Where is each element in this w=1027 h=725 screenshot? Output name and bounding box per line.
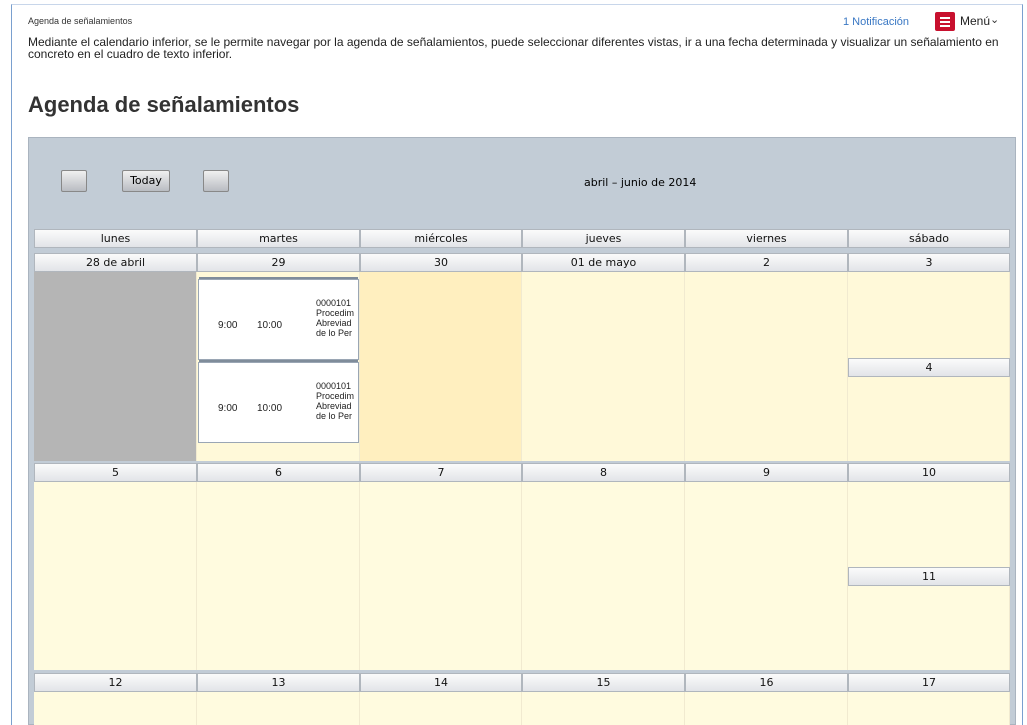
day-header[interactable]: 13 xyxy=(197,673,360,692)
weekday-header: sábado xyxy=(848,229,1010,248)
day-header[interactable]: 14 xyxy=(360,673,522,692)
day-header[interactable]: 29 xyxy=(197,253,360,272)
event-line: 0000101 xyxy=(316,381,352,391)
next-button[interactable] xyxy=(203,170,229,192)
event-end-time: 10:00 xyxy=(257,320,283,331)
event-start-time: 9:00 xyxy=(218,403,238,414)
day-header[interactable]: 7 xyxy=(360,463,522,482)
day-header[interactable]: 17 xyxy=(848,673,1010,692)
day-cell[interactable] xyxy=(197,482,360,670)
weekday-header: jueves xyxy=(522,229,685,248)
event-start-time: 9:00 xyxy=(218,320,238,331)
day-header[interactable]: 15 xyxy=(522,673,685,692)
weekday-header: viernes xyxy=(685,229,848,248)
day-cell[interactable] xyxy=(34,482,197,670)
weekday-header: miércoles xyxy=(360,229,522,248)
day-cell[interactable] xyxy=(522,692,685,725)
day-header[interactable]: 10 xyxy=(848,463,1010,482)
chevron-down-icon[interactable]: ⌄ xyxy=(990,13,999,26)
day-cell[interactable] xyxy=(522,272,685,461)
day-cell[interactable] xyxy=(685,272,848,461)
event-end-time: 10:00 xyxy=(257,403,283,414)
page-title: Agenda de señalamientos xyxy=(28,92,300,117)
prev-button[interactable] xyxy=(61,170,87,192)
day-cell[interactable] xyxy=(197,692,360,725)
day-header[interactable]: 30 xyxy=(360,253,522,272)
event-line: 0000101 xyxy=(316,298,352,308)
day-cell[interactable] xyxy=(685,482,848,670)
event-description: 0000101 Procedim Abreviad de lo Per xyxy=(316,298,358,338)
day-header[interactable]: 16 xyxy=(685,673,848,692)
weekday-header: martes xyxy=(197,229,360,248)
event-line: Abreviad xyxy=(316,318,352,328)
day-cell[interactable] xyxy=(360,692,522,725)
appointment-event[interactable]: 9:00 10:00 0000101 Procedim Abreviad de … xyxy=(198,277,359,360)
day-header[interactable]: 12 xyxy=(34,673,197,692)
day-header[interactable]: 6 xyxy=(197,463,360,482)
menu-button[interactable]: Menú xyxy=(960,14,990,28)
day-header[interactable]: 2 xyxy=(685,253,848,272)
day-header[interactable]: 9 xyxy=(685,463,848,482)
day-header[interactable]: 5 xyxy=(34,463,197,482)
appointment-event[interactable]: 9:00 10:00 0000101 Procedim Abreviad de … xyxy=(198,360,359,443)
weekday-header: lunes xyxy=(34,229,197,248)
day-cell[interactable] xyxy=(34,272,197,461)
event-line: Procedim xyxy=(316,308,355,318)
date-range-label: abril – junio de 2014 xyxy=(584,176,697,189)
event-line: de lo Per xyxy=(316,411,353,421)
day-header[interactable]: 11 xyxy=(848,567,1010,586)
day-header[interactable]: 28 de abril xyxy=(34,253,197,272)
day-cell-today[interactable] xyxy=(360,272,522,461)
day-cell[interactable] xyxy=(522,482,685,670)
today-button[interactable]: Today xyxy=(122,170,170,192)
day-header[interactable]: 3 xyxy=(848,253,1010,272)
breadcrumb[interactable]: Agenda de señalamientos xyxy=(28,16,132,26)
day-cell[interactable] xyxy=(685,692,848,725)
notifications-link[interactable]: 1 Notificación xyxy=(843,16,909,28)
event-description: 0000101 Procedim Abreviad de lo Per xyxy=(316,381,358,421)
menu-icon[interactable] xyxy=(935,12,955,31)
day-cell[interactable] xyxy=(360,482,522,670)
day-header[interactable]: 8 xyxy=(522,463,685,482)
day-cell[interactable] xyxy=(848,692,1010,725)
intro-text: Mediante el calendario inferior, se le p… xyxy=(28,35,999,61)
day-cell[interactable] xyxy=(34,692,197,725)
day-header[interactable]: 4 xyxy=(848,358,1010,377)
day-header[interactable]: 01 de mayo xyxy=(522,253,685,272)
event-line: Abreviad xyxy=(316,401,352,411)
event-line: Procedim xyxy=(316,391,355,401)
event-line: de lo Per xyxy=(316,328,353,338)
